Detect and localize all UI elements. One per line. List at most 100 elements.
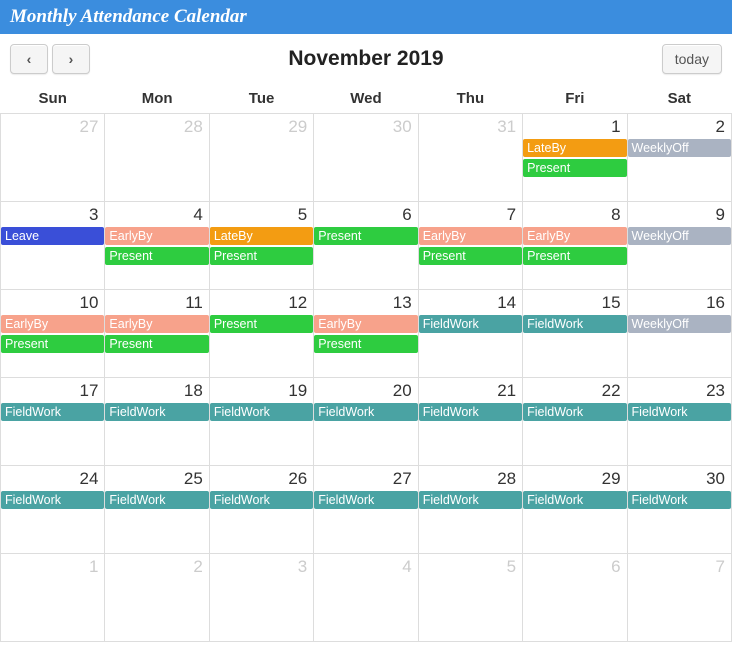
event-badge[interactable]: FieldWork <box>1 403 104 421</box>
calendar-day-cell[interactable]: 19FieldWork <box>209 378 313 466</box>
calendar-day-cell[interactable]: 2 <box>105 554 209 642</box>
day-events: LateBy Present <box>210 227 313 265</box>
calendar-day-cell[interactable]: 1 <box>1 554 105 642</box>
event-badge[interactable]: FieldWork <box>628 491 731 509</box>
event-badge[interactable]: Present <box>523 247 626 265</box>
calendar-day-cell[interactable]: 25FieldWork <box>105 466 209 554</box>
calendar-day-cell[interactable]: 4EarlyByPresent <box>105 202 209 290</box>
calendar-day-cell[interactable]: 7 <box>627 554 731 642</box>
calendar-day-cell[interactable]: 20FieldWork <box>314 378 418 466</box>
calendar-day-cell[interactable]: 30 <box>314 114 418 202</box>
day-number: 3 <box>210 554 313 579</box>
prev-month-button[interactable]: ‹ <box>10 44 48 74</box>
event-badge[interactable]: Present <box>523 159 626 177</box>
calendar-grid: SunMonTueWedThuFriSat 27282930311LateByP… <box>0 84 732 642</box>
event-badge[interactable]: Present <box>105 247 208 265</box>
calendar-day-cell[interactable]: 8EarlyByPresent <box>523 202 627 290</box>
calendar-day-cell[interactable]: 15FieldWork <box>523 290 627 378</box>
day-events: FieldWork <box>314 403 417 421</box>
event-badge[interactable]: Present <box>210 247 313 265</box>
day-number: 5 <box>210 202 313 227</box>
event-badge[interactable]: FieldWork <box>105 403 208 421</box>
day-number: 29 <box>210 114 313 139</box>
calendar-day-cell[interactable]: 16WeeklyOff <box>627 290 731 378</box>
event-badge[interactable]: WeeklyOff <box>628 139 731 157</box>
calendar-day-cell[interactable]: 7EarlyBy Present <box>418 202 522 290</box>
calendar-day-cell[interactable]: 5 <box>418 554 522 642</box>
calendar-day-cell[interactable]: 5LateBy Present <box>209 202 313 290</box>
day-number: 28 <box>419 466 522 491</box>
event-badge[interactable]: LateBy <box>210 227 313 245</box>
day-events: FieldWork <box>105 403 208 421</box>
weekday-header: Tue <box>209 84 313 114</box>
calendar-day-cell[interactable]: 2WeeklyOff <box>627 114 731 202</box>
event-badge[interactable]: EarlyBy <box>105 227 208 245</box>
calendar-day-cell[interactable]: 21FieldWork <box>418 378 522 466</box>
day-events: EarlyBy Present <box>1 315 104 353</box>
event-badge[interactable]: Present <box>419 247 522 265</box>
calendar-day-cell[interactable]: 28FieldWork <box>418 466 522 554</box>
event-badge[interactable]: Leave <box>1 227 104 245</box>
calendar-day-cell[interactable]: 30FieldWork <box>627 466 731 554</box>
event-badge[interactable]: FieldWork <box>314 403 417 421</box>
event-badge[interactable]: Present <box>1 335 104 353</box>
event-badge[interactable]: WeeklyOff <box>628 227 731 245</box>
event-badge[interactable]: FieldWork <box>314 491 417 509</box>
day-number: 6 <box>314 202 417 227</box>
event-badge[interactable]: FieldWork <box>210 491 313 509</box>
calendar-day-cell[interactable]: 1LateByPresent <box>523 114 627 202</box>
event-badge[interactable]: FieldWork <box>105 491 208 509</box>
calendar-day-cell[interactable]: 27 <box>1 114 105 202</box>
day-events: FieldWork <box>314 491 417 509</box>
calendar-day-cell[interactable]: 18FieldWork <box>105 378 209 466</box>
calendar-day-cell[interactable]: 12Present <box>209 290 313 378</box>
event-badge[interactable]: FieldWork <box>523 491 626 509</box>
event-badge[interactable]: EarlyBy <box>105 315 208 333</box>
day-number: 9 <box>628 202 731 227</box>
event-badge[interactable]: WeeklyOff <box>628 315 731 333</box>
event-badge[interactable]: Present <box>314 335 417 353</box>
event-badge[interactable]: EarlyBy <box>1 315 104 333</box>
calendar-day-cell[interactable]: 28 <box>105 114 209 202</box>
calendar-day-cell[interactable]: 22FieldWork <box>523 378 627 466</box>
calendar-day-cell[interactable]: 17FieldWork <box>1 378 105 466</box>
calendar-day-cell[interactable]: 13EarlyByPresent <box>314 290 418 378</box>
event-badge[interactable]: FieldWork <box>523 315 626 333</box>
weekday-header: Sat <box>627 84 731 114</box>
next-month-button[interactable]: › <box>52 44 90 74</box>
calendar-day-cell[interactable]: 11EarlyByPresent <box>105 290 209 378</box>
calendar-day-cell[interactable]: 9WeeklyOff <box>627 202 731 290</box>
event-badge[interactable]: FieldWork <box>419 491 522 509</box>
calendar-week-row: 3Leave4EarlyByPresent5LateByPresent6Pres… <box>1 202 732 290</box>
calendar-day-cell[interactable]: 14FieldWork <box>418 290 522 378</box>
calendar-day-cell[interactable]: 27FieldWork <box>314 466 418 554</box>
calendar-day-cell[interactable]: 4 <box>314 554 418 642</box>
calendar-day-cell[interactable]: 3 <box>209 554 313 642</box>
event-badge[interactable]: Present <box>105 335 208 353</box>
event-badge[interactable]: FieldWork <box>523 403 626 421</box>
event-badge[interactable]: FieldWork <box>419 315 522 333</box>
event-badge[interactable]: FieldWork <box>1 491 104 509</box>
event-badge[interactable]: EarlyBy <box>419 227 522 245</box>
calendar-day-cell[interactable]: 23FieldWork <box>627 378 731 466</box>
calendar-day-cell[interactable]: 29FieldWork <box>523 466 627 554</box>
event-badge[interactable]: FieldWork <box>628 403 731 421</box>
event-badge[interactable]: FieldWork <box>210 403 313 421</box>
today-button[interactable]: today <box>662 44 722 74</box>
calendar-day-cell[interactable]: 24FieldWork <box>1 466 105 554</box>
event-badge[interactable]: LateBy <box>523 139 626 157</box>
event-badge[interactable]: EarlyBy <box>314 315 417 333</box>
event-badge[interactable]: EarlyBy <box>523 227 626 245</box>
calendar-day-cell[interactable]: 31 <box>418 114 522 202</box>
calendar-week-row: 27282930311LateByPresent2WeeklyOff <box>1 114 732 202</box>
calendar-day-cell[interactable]: 10EarlyByPresent <box>1 290 105 378</box>
calendar-day-cell[interactable]: 29 <box>209 114 313 202</box>
calendar-day-cell[interactable]: 26FieldWork <box>209 466 313 554</box>
calendar-day-cell[interactable]: 6 <box>523 554 627 642</box>
calendar-day-cell[interactable]: 6Present <box>314 202 418 290</box>
event-badge[interactable]: Present <box>314 227 417 245</box>
day-number: 7 <box>419 202 522 227</box>
event-badge[interactable]: FieldWork <box>419 403 522 421</box>
event-badge[interactable]: Present <box>210 315 313 333</box>
calendar-day-cell[interactable]: 3Leave <box>1 202 105 290</box>
